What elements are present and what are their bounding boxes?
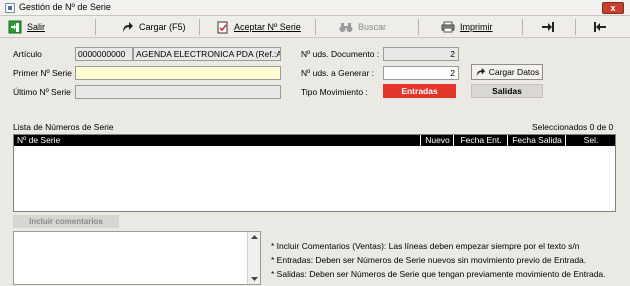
toolbar-separator	[199, 19, 200, 35]
imprimir-label: Imprimir	[460, 22, 493, 32]
binoculars-icon	[339, 22, 353, 32]
arrow-right-end-icon	[542, 22, 554, 32]
arrow-left-end-icon	[594, 22, 606, 32]
uds-documento-label: Nº uds. Documento :	[301, 49, 380, 59]
uds-generar-label: Nº uds. a Generar :	[301, 68, 375, 78]
imprimir-button[interactable]: Imprimir	[441, 16, 493, 38]
articulo-code-field: 0000000000	[75, 47, 133, 61]
column-header-sel[interactable]: Sel.	[565, 135, 616, 146]
ultimo-serie-input[interactable]	[75, 85, 281, 99]
primer-serie-label: Primer Nº Serie	[13, 68, 72, 78]
column-header-nuevo[interactable]: Nuevo	[420, 135, 454, 146]
title-bar: Gestión de Nº de Serie x	[0, 0, 630, 16]
note-salidas: * Salidas: Deben ser Números de Serie qu…	[271, 269, 606, 279]
note-comentarios: * Incluir Comentarios (Ventas): Las líne…	[271, 241, 580, 251]
aceptar-label: Aceptar Nº Serie	[234, 22, 301, 32]
document-check-icon	[217, 21, 228, 33]
column-header-fecha-salida[interactable]: Fecha Salida	[507, 135, 566, 146]
uds-documento-field: 2	[383, 47, 459, 61]
nav-next-button[interactable]	[541, 16, 555, 38]
tipo-movimiento-label: Tipo Movimiento :	[301, 87, 368, 97]
salir-label: Salir	[27, 22, 46, 32]
buscar-button[interactable]: Buscar	[339, 16, 386, 38]
toolbar-separator	[522, 19, 523, 35]
toolbar: Salir Cargar (F5) Aceptar Nº Serie Busca…	[0, 16, 630, 38]
cargar-datos-label: Cargar Datos	[488, 67, 540, 77]
ultimo-serie-label: Último Nº Serie	[13, 87, 71, 97]
curved-arrow-icon	[123, 22, 133, 32]
toolbar-separator	[315, 19, 316, 35]
comments-scrollbar[interactable]	[247, 232, 260, 284]
toolbar-separator	[575, 19, 576, 35]
cargar-label: Cargar (F5)	[139, 22, 186, 32]
column-header-nserie[interactable]: Nº de Serie	[14, 135, 423, 146]
nav-back-button[interactable]	[593, 16, 607, 38]
salir-button[interactable]: Salir	[8, 16, 45, 38]
articulo-label: Artículo	[13, 49, 42, 59]
primer-serie-input[interactable]	[75, 66, 281, 80]
scroll-up-icon	[251, 235, 258, 239]
serial-list[interactable]: Nº de Serie Nuevo Fecha Ent. Fecha Salid…	[13, 134, 616, 212]
scroll-down-icon	[251, 277, 258, 281]
uds-generar-input[interactable]: 2	[383, 66, 459, 80]
window-title: Gestión de Nº de Serie	[19, 2, 111, 12]
salidas-button[interactable]: Salidas	[471, 84, 543, 98]
note-entradas: * Entradas: Deben ser Números de Serie n…	[271, 255, 587, 265]
entradas-button[interactable]: Entradas	[383, 84, 456, 98]
lista-title: Lista de Números de Serie	[13, 122, 114, 132]
comments-textarea[interactable]	[13, 231, 261, 285]
app-icon	[5, 3, 15, 13]
curved-arrow-icon	[476, 67, 485, 77]
printer-icon	[441, 21, 455, 33]
cargar-datos-button[interactable]: Cargar Datos	[471, 64, 543, 80]
buscar-label: Buscar	[358, 22, 387, 32]
selected-count: Seleccionados 0 de 0	[532, 122, 614, 132]
exit-door-icon	[8, 20, 22, 34]
toolbar-separator	[418, 19, 419, 35]
incluir-comentarios-button[interactable]: Incluir comentarios	[13, 215, 119, 228]
column-header-fecha-ent[interactable]: Fecha Ent.	[453, 135, 508, 146]
aceptar-button[interactable]: Aceptar Nº Serie	[217, 16, 301, 38]
articulo-description-field: AGENDA ELECTRONICA PDA (Ref.:A(	[133, 47, 281, 61]
list-header: Nº de Serie Nuevo Fecha Ent. Fecha Salid…	[14, 135, 615, 146]
close-button[interactable]: x	[602, 2, 624, 14]
toolbar-separator	[95, 19, 96, 35]
cargar-button[interactable]: Cargar (F5)	[121, 16, 186, 38]
